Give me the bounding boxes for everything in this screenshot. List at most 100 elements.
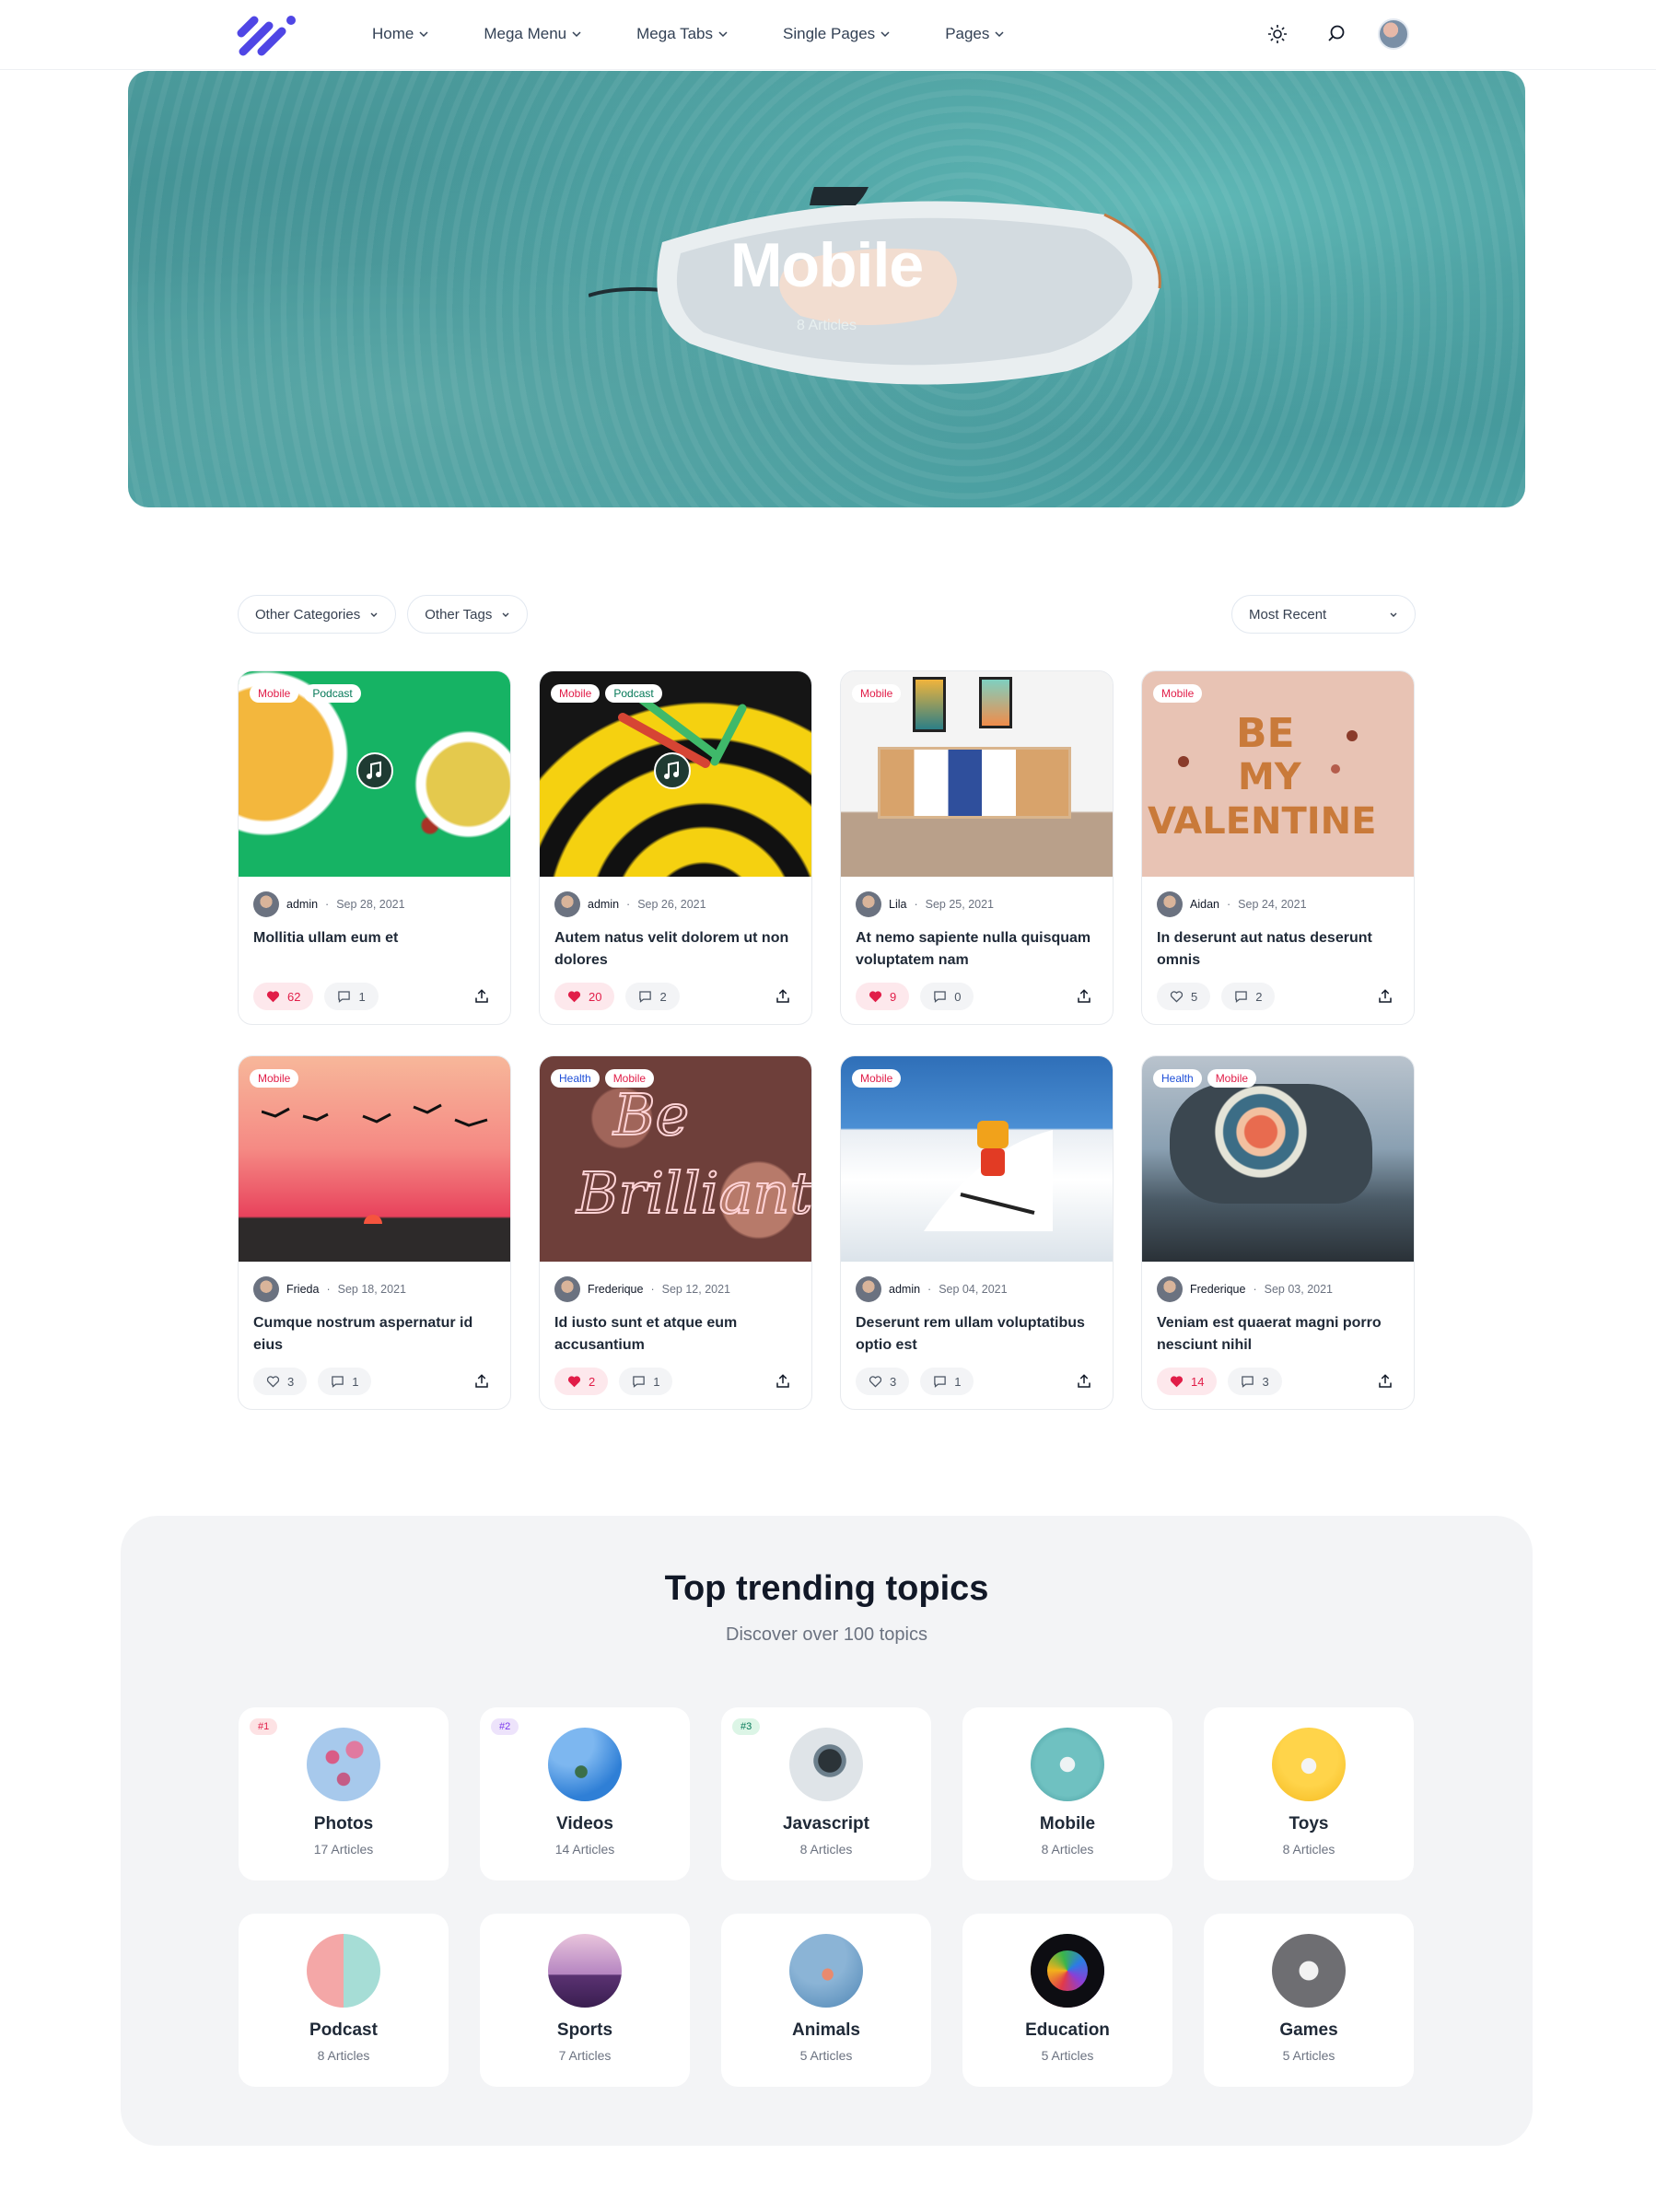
topic-card-videos[interactable]: #2 Videos 14 Articles — [480, 1707, 690, 1880]
author-avatar[interactable] — [1157, 1276, 1183, 1302]
author-name[interactable]: Frederique — [1190, 1283, 1245, 1296]
tag-badge[interactable]: Mobile — [852, 684, 902, 703]
share-button[interactable] — [1371, 1368, 1399, 1395]
post-card[interactable]: Health Mobile Frederique · Sep 03, 2021 Ve… — [1141, 1055, 1415, 1410]
comment-count: 1 — [954, 1374, 962, 1389]
share-button[interactable] — [468, 1368, 496, 1395]
nav-item-mega-tabs[interactable]: Mega Tabs — [627, 14, 737, 54]
author-name[interactable]: admin — [286, 898, 318, 911]
topic-card-photos[interactable]: #1 Photos 17 Articles — [239, 1707, 449, 1880]
comment-button[interactable]: 1 — [619, 1368, 673, 1395]
tag-badge[interactable]: Mobile — [250, 1069, 299, 1088]
like-button[interactable]: 62 — [253, 983, 314, 1010]
author-avatar[interactable] — [253, 1276, 279, 1302]
comment-button[interactable]: 1 — [324, 983, 379, 1010]
author-name[interactable]: Frieda — [286, 1283, 319, 1296]
like-button[interactable]: 9 — [856, 983, 910, 1010]
topic-card-podcast[interactable]: Podcast 8 Articles — [239, 1914, 449, 2087]
share-button[interactable] — [468, 983, 496, 1010]
post-title[interactable]: Id iusto sunt et atque eum accusantium — [554, 1312, 801, 1356]
meta-separator: · — [325, 898, 330, 911]
post-title[interactable]: Veniam est quaerat magni porro nesciunt … — [1157, 1312, 1404, 1356]
nav-item-pages[interactable]: Pages — [936, 14, 1013, 54]
comment-button[interactable]: 1 — [920, 1368, 974, 1395]
post-card[interactable]: BE MY VALENTINE Mobile Aidan · Sep 24, 202… — [1141, 670, 1415, 1025]
post-tags: Mobile — [250, 1069, 299, 1088]
author-name[interactable]: admin — [889, 1283, 920, 1296]
like-button[interactable]: 3 — [253, 1368, 308, 1395]
topic-count: 5 Articles — [1282, 2048, 1335, 2063]
post-card[interactable]: Mobile admin · Sep 04, 2021 Deserunt rem u… — [840, 1055, 1114, 1410]
user-avatar[interactable] — [1378, 18, 1409, 50]
brand-logo[interactable] — [236, 11, 302, 59]
post-card[interactable]: Mobile Podcast admin · Sep 28, 2021 Mollit… — [238, 670, 511, 1025]
play-podcast-icon[interactable] — [654, 752, 691, 789]
post-title[interactable]: Cumque nostrum aspernatur id eius — [253, 1312, 500, 1356]
tag-badge[interactable]: Mobile — [604, 1069, 655, 1088]
share-button[interactable] — [769, 983, 797, 1010]
nav-label: Home — [372, 25, 414, 42]
post-card[interactable]: Be Brilliant Health Mobile Frederique · Sep… — [539, 1055, 812, 1410]
share-button[interactable] — [1070, 983, 1098, 1010]
like-button[interactable]: 3 — [856, 1368, 910, 1395]
other-categories-dropdown[interactable]: Other Categories — [238, 595, 397, 634]
tag-badge[interactable]: Mobile — [1153, 684, 1203, 703]
tag-badge[interactable]: Mobile — [852, 1069, 902, 1088]
nav-item-single-pages[interactable]: Single Pages — [774, 14, 899, 54]
topic-card-animals[interactable]: Animals 5 Articles — [721, 1914, 931, 2087]
like-button[interactable]: 20 — [554, 983, 615, 1010]
post-title[interactable]: Deserunt rem ullam voluptatibus optio es… — [856, 1312, 1102, 1356]
author-avatar[interactable] — [1157, 891, 1183, 917]
post-title[interactable]: At nemo sapiente nulla quisquam voluptat… — [856, 927, 1102, 972]
tag-badge[interactable]: Health — [1153, 1069, 1202, 1088]
author-avatar[interactable] — [856, 891, 881, 917]
post-title[interactable]: Autem natus velit dolorem ut non dolores — [554, 927, 801, 972]
author-avatar[interactable] — [253, 891, 279, 917]
author-avatar[interactable] — [554, 891, 580, 917]
topic-card-javascript[interactable]: #3 Javascript 8 Articles — [721, 1707, 931, 1880]
share-button[interactable] — [1070, 1368, 1098, 1395]
comment-button[interactable]: 3 — [1228, 1368, 1282, 1395]
tag-badge[interactable]: Health — [551, 1069, 600, 1088]
search-icon[interactable] — [1319, 17, 1354, 52]
topic-card-toys[interactable]: Toys 8 Articles — [1204, 1707, 1414, 1880]
play-podcast-icon[interactable] — [356, 752, 393, 789]
author-name[interactable]: Lila — [889, 898, 906, 911]
author-avatar[interactable] — [856, 1276, 881, 1302]
comment-button[interactable]: 1 — [318, 1368, 372, 1395]
topic-card-education[interactable]: Education 5 Articles — [962, 1914, 1172, 2087]
comment-button[interactable]: 2 — [625, 983, 680, 1010]
author-name[interactable]: admin — [588, 898, 619, 911]
tag-badge[interactable]: Mobile — [250, 684, 299, 703]
sort-select[interactable]: Most Recent — [1231, 595, 1416, 634]
comment-button[interactable]: 2 — [1221, 983, 1276, 1010]
nav-item-home[interactable]: Home — [363, 14, 437, 54]
nav-item-mega-menu[interactable]: Mega Menu — [474, 14, 590, 54]
author-name[interactable]: Aidan — [1190, 898, 1219, 911]
author-avatar[interactable] — [554, 1276, 580, 1302]
tag-badge[interactable]: Mobile — [1207, 1069, 1257, 1088]
author-name[interactable]: Frederique — [588, 1283, 643, 1296]
post-card[interactable]: Mobile Lila · Sep 25, 2021 At nemo sapient… — [840, 670, 1114, 1025]
tag-badge[interactable]: Podcast — [304, 684, 361, 703]
tag-badge[interactable]: Mobile — [551, 684, 601, 703]
post-title[interactable]: Mollitia ullam eum et — [253, 927, 500, 949]
topic-card-mobile[interactable]: Mobile 8 Articles — [962, 1707, 1172, 1880]
share-button[interactable] — [769, 1368, 797, 1395]
like-button[interactable]: 14 — [1157, 1368, 1218, 1395]
topic-education-image — [1031, 1934, 1104, 2008]
comment-button[interactable]: 0 — [920, 983, 974, 1010]
post-title[interactable]: In deserunt aut natus deserunt omnis — [1157, 927, 1404, 972]
other-tags-dropdown[interactable]: Other Tags — [407, 595, 529, 634]
post-tags: Mobile — [1153, 684, 1203, 703]
topic-card-games[interactable]: Games 5 Articles — [1204, 1914, 1414, 2087]
post-card[interactable]: Mobile Podcast admin · Sep 26, 2021 Autem … — [539, 670, 812, 1025]
tag-badge[interactable]: Podcast — [605, 684, 662, 703]
like-count: 2 — [589, 1374, 596, 1389]
like-button[interactable]: 5 — [1157, 983, 1211, 1010]
post-card[interactable]: Mobile Frieda · Sep 18, 2021 Cumque nostru… — [238, 1055, 511, 1410]
sun-icon[interactable] — [1260, 17, 1295, 52]
topic-card-sports[interactable]: Sports 7 Articles — [480, 1914, 690, 2087]
like-button[interactable]: 2 — [554, 1368, 609, 1395]
share-button[interactable] — [1371, 983, 1399, 1010]
